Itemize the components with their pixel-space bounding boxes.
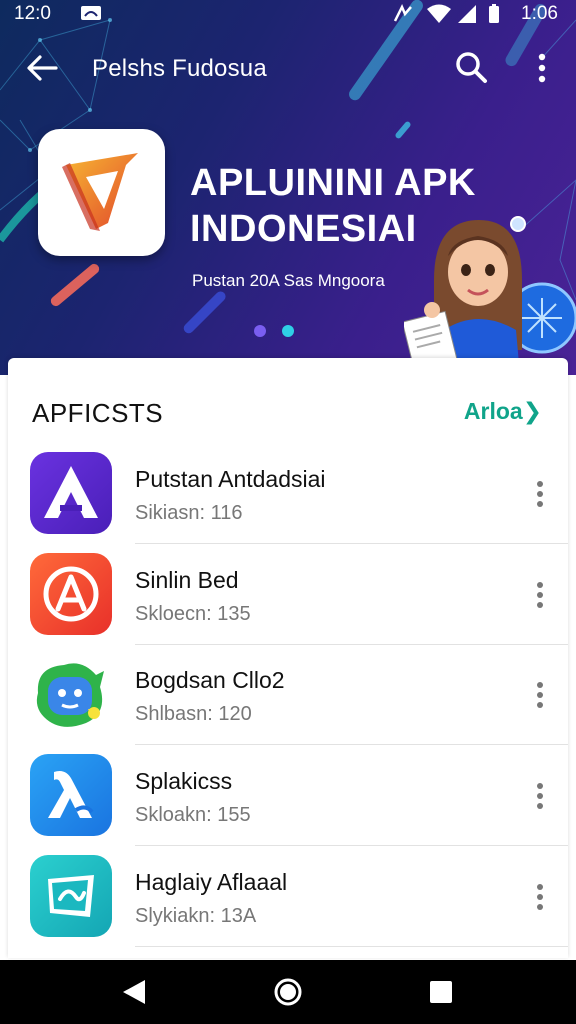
wifi-icon xyxy=(427,4,451,23)
divider xyxy=(135,744,568,745)
hero-subtitle: Pustan 20A Sas Mngoora xyxy=(192,271,385,290)
overflow-menu-icon[interactable] xyxy=(526,474,554,514)
nfc-icon xyxy=(393,4,412,22)
app-logo xyxy=(38,129,165,256)
list-item[interactable]: Sinlin Bed Skloecn: 135 xyxy=(8,545,568,645)
home-nav-icon[interactable] xyxy=(270,974,306,1010)
chevron-right-icon: ❯ xyxy=(522,398,542,424)
app-meta: Shlbasn: 120 xyxy=(135,703,252,725)
divider xyxy=(135,946,568,947)
apps-card: APFICSTS Arloa❯ Putstan Antdadsiai Sikia… xyxy=(8,358,568,958)
triangle-a-icon xyxy=(30,452,112,534)
hero-banner: 12:0 1:06 Pelshs Fudosua APLUININI APK I… xyxy=(0,0,576,375)
list-item[interactable]: Bogdsan Cllo2 Shlbasn: 120 xyxy=(8,645,568,745)
overflow-menu-icon[interactable] xyxy=(526,575,554,615)
app-name: Bogdsan Cllo2 xyxy=(135,667,285,693)
status-time-right: 1:06 xyxy=(521,3,558,24)
top-app-bar: Pelshs Fudosua xyxy=(0,40,576,96)
overflow-menu-icon[interactable] xyxy=(526,877,554,917)
page-title: Pelshs Fudosua xyxy=(92,55,267,82)
robot-icon xyxy=(30,653,112,735)
system-navigation-bar xyxy=(0,960,576,1024)
signal-icon xyxy=(458,5,476,23)
back-nav-icon[interactable] xyxy=(117,974,153,1010)
map-icon xyxy=(30,855,112,937)
app-meta: Sikiasn: 116 xyxy=(135,502,243,524)
lambda-icon xyxy=(30,754,112,836)
carousel-dot[interactable] xyxy=(254,325,266,337)
more-options-icon[interactable] xyxy=(522,48,562,88)
list-item[interactable]: Putstan Antdadsiai Sikiasn: 116 xyxy=(8,444,568,544)
see-all-label: Arloa xyxy=(463,398,523,424)
divider xyxy=(135,543,568,544)
see-all-link[interactable]: Arloa❯ xyxy=(464,398,542,425)
app-meta: Slykiakn: 13A xyxy=(135,905,257,927)
app-name: Sinlin Bed xyxy=(135,567,239,593)
battery-icon xyxy=(489,4,499,23)
search-icon[interactable] xyxy=(452,48,492,88)
triangle-logo-icon xyxy=(62,153,138,231)
app-name: Haglaiy Aflaaal xyxy=(135,869,288,895)
app-name: Splakicss xyxy=(135,768,233,794)
recents-nav-icon[interactable] xyxy=(423,974,459,1010)
list-item[interactable]: Haglaiy Aflaaal Slykiakn: 13A xyxy=(8,847,568,947)
carousel-dot[interactable] xyxy=(282,325,294,337)
overflow-menu-icon[interactable] xyxy=(526,776,554,816)
section-title: APFICSTS xyxy=(32,398,164,428)
app-name: Putstan Antdadsiai xyxy=(135,466,326,492)
app-meta: Skloakn: 155 xyxy=(135,804,251,826)
divider xyxy=(135,845,568,846)
back-arrow-icon[interactable] xyxy=(22,48,62,88)
circle-a-icon xyxy=(30,553,112,635)
status-time-left: 12:0 xyxy=(14,3,51,24)
status-bar: 12:0 1:06 xyxy=(0,0,576,28)
overflow-menu-icon[interactable] xyxy=(526,675,554,715)
character-illustration xyxy=(404,220,576,375)
list-item[interactable]: Splakicss Skloakn: 155 xyxy=(8,746,568,846)
notification-icon xyxy=(81,6,101,20)
app-meta: Skloecn: 135 xyxy=(135,603,251,625)
